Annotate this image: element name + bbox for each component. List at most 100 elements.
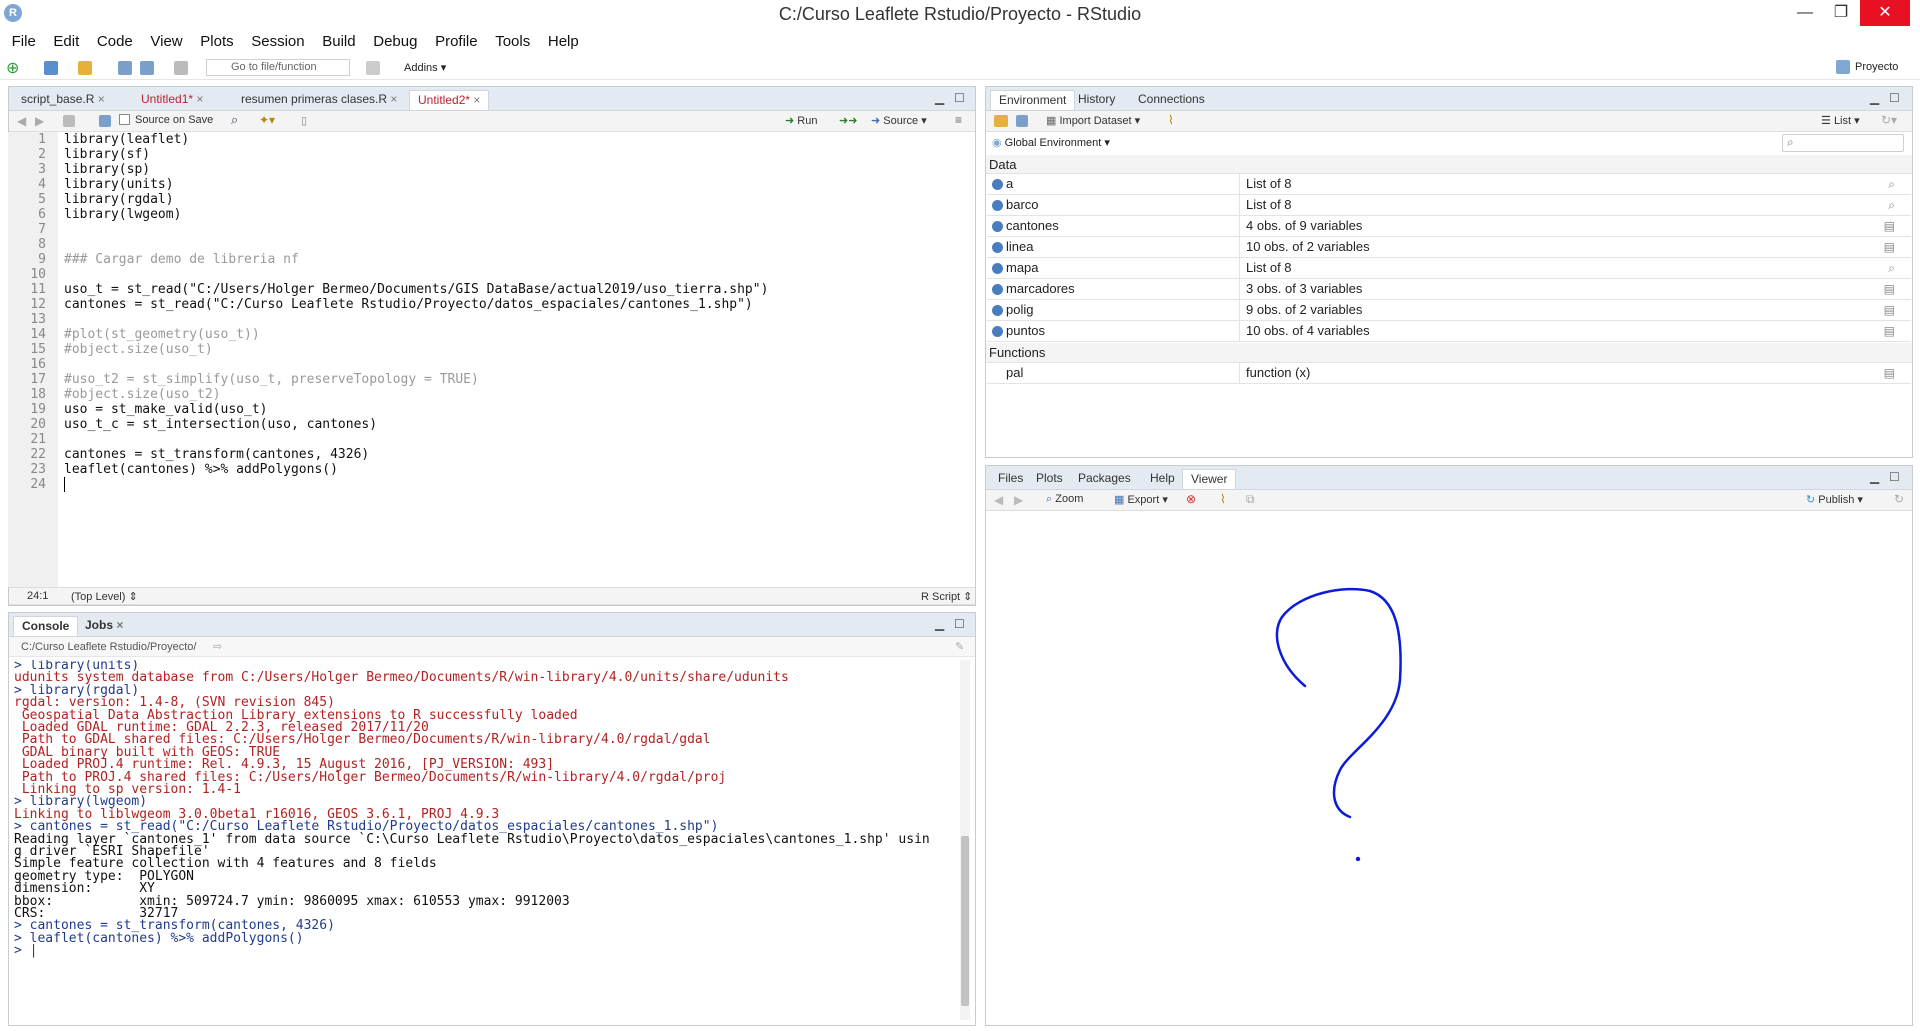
addins-menu[interactable]: Addins ▾ — [404, 61, 446, 74]
new-project-icon[interactable] — [44, 61, 58, 75]
back-arrow-icon[interactable]: ◀ — [994, 493, 1003, 507]
zoom-button[interactable]: ⌕ Zoom — [1046, 493, 1083, 506]
print-icon[interactable] — [174, 61, 188, 75]
expand-icon[interactable] — [992, 200, 1003, 211]
close-button[interactable]: ✕ — [1860, 0, 1910, 26]
tab-environment[interactable]: Environment — [990, 90, 1076, 110]
search-icon[interactable]: ⌕ — [231, 112, 238, 128]
grid-icon[interactable]: ▤ — [1884, 324, 1895, 338]
minimize-pane-icon[interactable]: ▁ — [935, 91, 944, 105]
forward-arrow-icon[interactable]: ▶ — [35, 114, 44, 128]
forward-arrow-icon[interactable]: ▶ — [1014, 493, 1023, 507]
menu-view[interactable]: View — [143, 30, 189, 54]
save-file-icon[interactable] — [99, 115, 111, 127]
menu-session[interactable]: Session — [244, 30, 311, 54]
tab-console[interactable]: Console — [13, 616, 79, 636]
new-window-icon[interactable]: ⧉ — [1246, 492, 1255, 507]
maximize-pane-icon[interactable]: ☐ — [1889, 470, 1900, 484]
expand-icon[interactable] — [992, 305, 1003, 316]
close-tab-icon[interactable]: × — [196, 92, 203, 106]
env-row-cantones[interactable]: cantones 4 obs. of 9 variables ▤ — [987, 216, 1911, 237]
back-arrow-icon[interactable]: ◀ — [17, 114, 26, 128]
grid-layout-icon[interactable] — [366, 61, 380, 75]
expand-icon[interactable] — [992, 284, 1003, 295]
file-type-selector[interactable]: R Script ⇕ — [921, 590, 972, 603]
code-editor[interactable]: 1 library(leaflet) 2 library(sf) 3 library(sp… — [8, 132, 976, 587]
console-scrollbar[interactable] — [960, 660, 970, 1020]
maximize-pane-icon[interactable]: ☐ — [954, 617, 965, 631]
magnifier-icon[interactable]: ⌕ — [1888, 261, 1895, 276]
env-row-polig[interactable]: polig 9 obs. of 2 variables ▤ — [987, 300, 1911, 321]
magnifier-icon[interactable]: ⌕ — [1888, 198, 1895, 213]
close-tab-icon[interactable]: × — [390, 92, 397, 106]
remove-icon[interactable]: ⊗ — [1186, 492, 1196, 506]
view-mode-menu[interactable]: ☰ List ▾ — [1821, 114, 1860, 127]
go-to-file-input[interactable]: Go to file/function — [206, 59, 350, 76]
outline-icon[interactable]: ≡ — [955, 113, 962, 127]
minimize-pane-icon[interactable]: ▁ — [1870, 91, 1879, 105]
save-all-icon[interactable] — [140, 61, 154, 75]
publish-menu[interactable]: ↻ Publish ▾ — [1806, 493, 1863, 506]
rerun-icon[interactable]: ➜➜ — [839, 114, 857, 127]
scope-selector[interactable]: (Top Level) ⇕ — [71, 590, 138, 603]
menu-tools[interactable]: Tools — [488, 30, 537, 54]
magic-wand-icon[interactable]: ✦▾ — [259, 113, 275, 127]
menu-file[interactable]: File — [5, 30, 43, 54]
close-tab-icon[interactable]: × — [116, 618, 123, 632]
scrollbar-thumb[interactable] — [961, 836, 969, 1006]
menu-build[interactable]: Build — [315, 30, 362, 54]
tab-untitled2[interactable]: Untitled2* × — [409, 90, 490, 110]
minimize-pane-icon[interactable]: ▁ — [935, 617, 944, 631]
go-to-dir-icon[interactable]: ⇨ — [213, 640, 222, 653]
save-icon[interactable] — [118, 61, 132, 75]
env-row-linea[interactable]: linea 10 obs. of 2 variables ▤ — [987, 237, 1911, 258]
menu-debug[interactable]: Debug — [366, 30, 424, 54]
grid-icon[interactable]: ▤ — [1884, 219, 1895, 233]
tab-script-base[interactable]: script_base.R × — [13, 90, 113, 110]
tab-history[interactable]: History — [1070, 90, 1123, 110]
source-on-save-checkbox[interactable] — [119, 114, 130, 125]
env-function-row[interactable]: pal function (x) ▤ — [987, 363, 1911, 384]
expand-icon[interactable] — [992, 221, 1003, 232]
project-menu[interactable]: Proyecto — [1855, 61, 1898, 73]
view-function-icon[interactable]: ▤ — [1884, 366, 1895, 380]
env-row-a[interactable]: a List of 8 ⌕ — [987, 174, 1911, 195]
tab-connections[interactable]: Connections — [1130, 90, 1213, 110]
open-folder-icon[interactable] — [78, 61, 92, 75]
env-row-marcadores[interactable]: marcadores 3 obs. of 3 variables ▤ — [987, 279, 1911, 300]
tab-viewer[interactable]: Viewer — [1182, 469, 1237, 489]
tab-packages[interactable]: Packages — [1070, 469, 1139, 489]
tab-plots[interactable]: Plots — [1028, 469, 1071, 489]
show-in-window-icon[interactable] — [63, 115, 75, 127]
env-row-mapa[interactable]: mapa List of 8 ⌕ — [987, 258, 1911, 279]
broom-icon[interactable]: ⌇ — [1168, 113, 1174, 127]
tab-untitled1[interactable]: Untitled1* × — [133, 90, 211, 110]
tab-resumen[interactable]: resumen primeras clases.R × — [233, 90, 405, 110]
menu-code[interactable]: Code — [90, 30, 140, 54]
grid-icon[interactable]: ▤ — [1884, 303, 1895, 317]
maximize-pane-icon[interactable]: ☐ — [1889, 91, 1900, 105]
close-tab-icon[interactable]: × — [98, 92, 105, 106]
menu-profile[interactable]: Profile — [428, 30, 485, 54]
compile-report-icon[interactable]: ▯ — [301, 114, 307, 127]
menu-plots[interactable]: Plots — [193, 30, 240, 54]
broom-icon[interactable]: ⌇ — [1220, 492, 1226, 506]
grid-icon[interactable]: ▤ — [1884, 282, 1895, 296]
load-workspace-icon[interactable] — [994, 115, 1008, 127]
magnifier-icon[interactable]: ⌕ — [1888, 177, 1895, 192]
clear-console-icon[interactable]: ✎ — [955, 640, 964, 653]
env-row-puntos[interactable]: puntos 10 obs. of 4 variables ▤ — [987, 321, 1911, 342]
console-output[interactable]: > library(units) udunits system database … — [8, 660, 970, 1020]
menu-help[interactable]: Help — [541, 30, 586, 54]
refresh-icon[interactable]: ↻ — [1894, 492, 1904, 506]
export-menu[interactable]: ▦ Export ▾ — [1114, 493, 1168, 506]
run-button[interactable]: ➜ Run — [785, 114, 817, 127]
minimize-pane-icon[interactable]: ▁ — [1870, 470, 1879, 484]
grid-icon[interactable]: ▤ — [1884, 240, 1895, 254]
expand-icon[interactable] — [992, 179, 1003, 190]
maximize-button[interactable]: ❐ — [1818, 0, 1864, 26]
import-dataset-button[interactable]: ▦ Import Dataset ▾ — [1046, 114, 1140, 127]
scope-menu[interactable]: ◉ Global Environment ▾ — [992, 136, 1110, 149]
new-file-icon[interactable]: ⊕ — [6, 58, 19, 78]
expand-icon[interactable] — [992, 326, 1003, 337]
